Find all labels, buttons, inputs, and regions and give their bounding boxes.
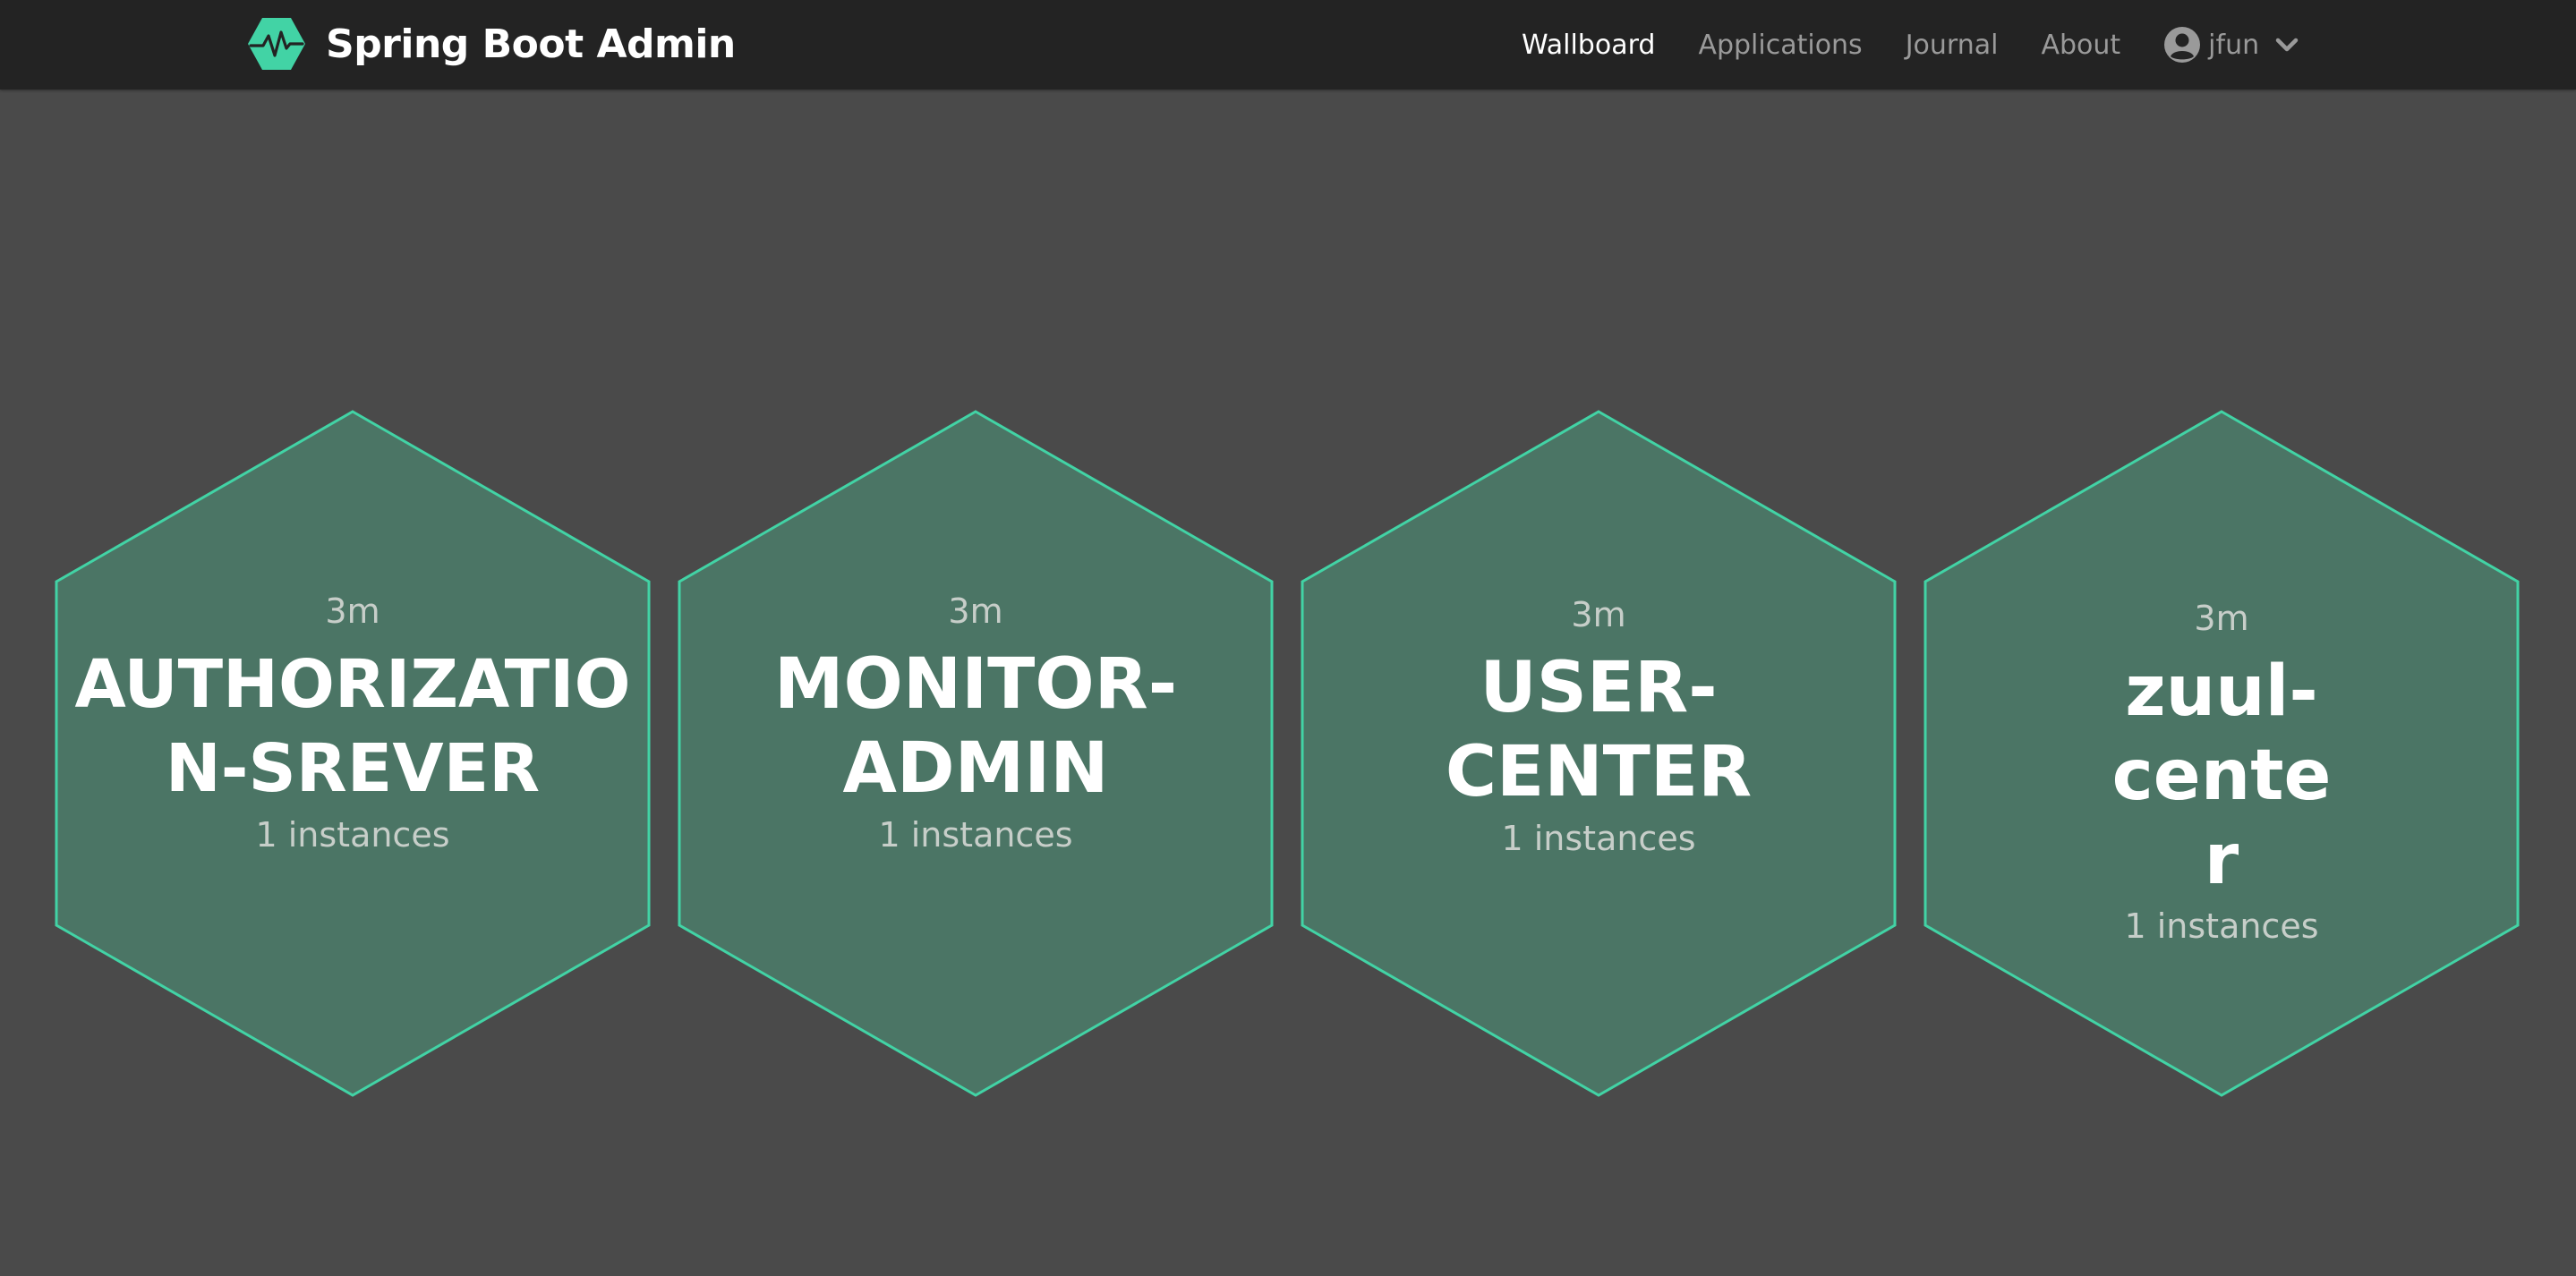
- application-uptime: 3m: [325, 591, 380, 631]
- user-name: jfun: [2208, 29, 2260, 61]
- application-hex-content: 3m AUTHORIZATION-SREVER 1 instances: [56, 591, 649, 855]
- application-name: MONITOR-ADMIN: [773, 644, 1178, 809]
- user-circle-icon: [2164, 27, 2201, 63]
- top-navbar: Spring Boot Admin Wallboard Applications…: [0, 0, 2576, 89]
- application-hex-content: 3m MONITOR-ADMIN 1 instances: [679, 591, 1272, 855]
- application-name: AUTHORIZATION-SREVER: [74, 646, 631, 807]
- nav-link-applications[interactable]: Applications: [1698, 30, 1862, 61]
- application-uptime: 3m: [948, 591, 1003, 631]
- application-instances: 1 instances: [2124, 906, 2319, 946]
- application-name: zuul-center: [2111, 651, 2332, 900]
- application-instances: 1 instances: [1501, 819, 1696, 858]
- wallboard: 3m AUTHORIZATION-SREVER 1 instances 3m M…: [0, 89, 2576, 1276]
- application-uptime: 3m: [1571, 595, 1626, 634]
- brand-link[interactable]: Spring Boot Admin: [247, 14, 736, 73]
- application-hex-content: 3m zuul-center 1 instances: [1925, 598, 2518, 947]
- application-name: USER-CENTER: [1445, 648, 1753, 812]
- application-uptime: 3m: [2194, 599, 2249, 638]
- nav-menu: Wallboard Applications Journal About jfu…: [1522, 0, 2299, 89]
- nav-link-wallboard[interactable]: Wallboard: [1522, 30, 1655, 61]
- user-menu[interactable]: jfun: [2163, 26, 2299, 64]
- application-instances: 1 instances: [878, 815, 1073, 855]
- brand-title: Spring Boot Admin: [326, 21, 736, 67]
- application-hex-content: 3m USER-CENTER 1 instances: [1302, 594, 1895, 859]
- heartbeat-hexagon-icon: [248, 18, 305, 70]
- nav-link-about[interactable]: About: [2041, 30, 2120, 61]
- application-instances: 1 instances: [255, 815, 450, 855]
- chevron-down-icon: [2275, 38, 2299, 52]
- nav-link-journal[interactable]: Journal: [1906, 30, 1999, 61]
